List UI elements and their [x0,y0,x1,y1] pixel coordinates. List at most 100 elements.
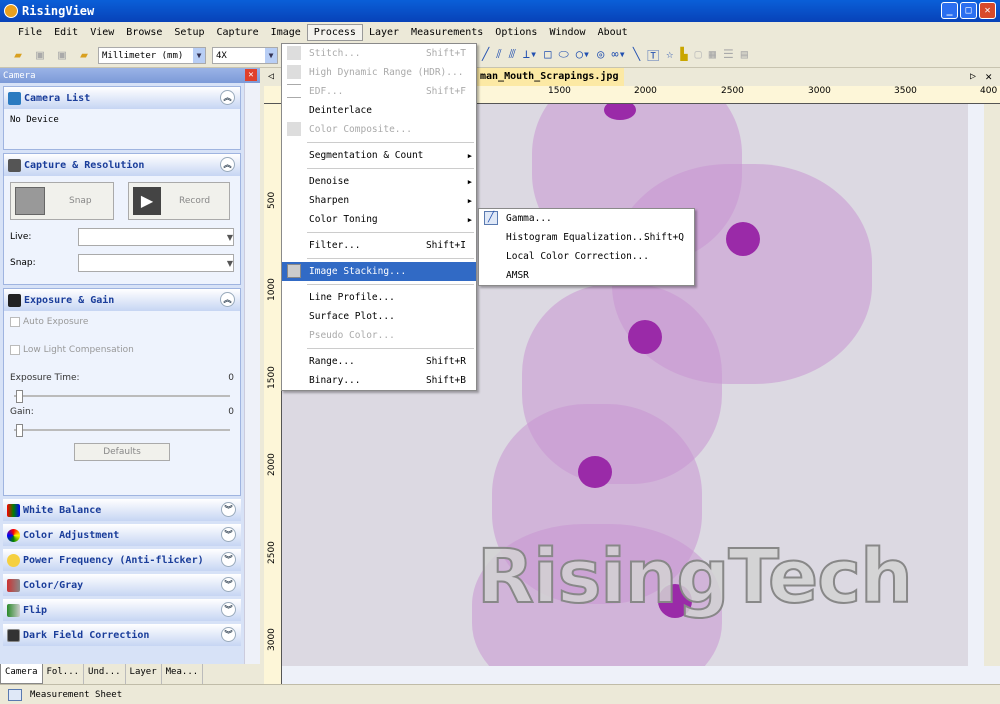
close-panel-icon[interactable]: ✕ [245,69,257,81]
document-tab[interactable]: man_Mouth_Scrapings.jpg [474,68,625,86]
calibration-icon[interactable]: ▙ [680,47,687,64]
unit-select[interactable]: Millimeter (mm) ▼ [98,47,206,64]
measurement-sheet-tab[interactable]: Measurement Sheet [30,690,122,700]
menu-window[interactable]: Window [543,25,591,40]
menu-item-filter[interactable]: Filter... Shift+I [282,236,476,255]
parallel-tool-icon[interactable]: ⫽ [496,47,501,64]
maximize-button[interactable]: □ [960,2,977,19]
tab-camera[interactable]: Camera [0,664,43,684]
scroll-right-icon[interactable]: ▷ [970,71,976,82]
stitch-icon[interactable]: ▦ [709,47,716,64]
section-header[interactable]: Capture & Resolution ︽ [4,154,240,176]
menu-item-binary[interactable]: Binary... Shift+B [282,371,476,390]
menu-item-edf[interactable]: EDF... Shift+F [282,82,476,101]
collapse-icon[interactable]: ︽ [220,292,235,307]
section-color-adjustment[interactable]: Color Adjustment ︾ [3,524,241,546]
expand-icon[interactable]: ︾ [221,552,236,567]
image-vertical-scrollbar[interactable] [968,104,984,666]
menu-item-sharpen[interactable]: Sharpen ▶ [282,191,476,210]
menu-view[interactable]: View [84,25,120,40]
arc-icon[interactable]: ╲ [633,47,640,64]
menu-options[interactable]: Options [489,25,543,40]
menu-browse[interactable]: Browse [120,25,168,40]
expand-icon[interactable]: ︾ [221,602,236,617]
circle-icon[interactable]: ○▾ [576,47,590,64]
expand-icon[interactable]: ︾ [221,577,236,592]
snap-resolution-select[interactable]: ▼ [78,254,234,272]
menu-file[interactable]: File [12,25,48,40]
dashed-parallel-icon[interactable]: ⫻ [509,47,516,64]
image-horizontal-scrollbar[interactable] [282,666,1000,684]
menu-item-color-composite[interactable]: Color Composite... [282,120,476,139]
menu-item-segmentation[interactable]: Segmentation & Count ▶ [282,146,476,165]
menu-item-local-color-correction[interactable]: Local Color Correction... [479,247,694,266]
tab-measurement[interactable]: Mea... [162,664,204,684]
gain-slider[interactable] [14,424,230,437]
composite-icon[interactable]: ▤ [741,47,748,64]
expand-icon[interactable]: ︾ [221,527,236,542]
open-icon[interactable]: ▰ [10,48,26,64]
low-light-checkbox[interactable] [10,345,20,355]
rectangle-icon[interactable]: □ [544,47,551,64]
section-power-frequency[interactable]: Power Frequency (Anti-flicker) ︾ [3,549,241,571]
ellipse-icon[interactable]: ⬭ [558,47,568,64]
section-flip[interactable]: Flip ︾ [3,599,241,621]
auto-exposure-checkbox[interactable] [10,317,20,327]
close-button[interactable]: ✕ [979,2,996,19]
live-resolution-select[interactable]: ▼ [78,228,234,246]
menu-layer[interactable]: Layer [363,25,405,40]
menu-item-denoise[interactable]: Denoise ▶ [282,172,476,191]
menu-item-image-stacking[interactable]: Image Stacking... [282,262,476,281]
section-header[interactable]: Exposure & Gain ︽ [4,289,240,311]
collapse-icon[interactable]: ︽ [220,90,235,105]
menu-item-line-profile[interactable]: Line Profile... [282,288,476,307]
collapse-icon[interactable]: ︽ [220,157,235,172]
menu-item-histogram-equalization[interactable]: Histogram Equalization... Shift+Q [479,228,694,247]
tab-layer[interactable]: Layer [126,664,162,684]
panel-scrollbar[interactable] [244,83,260,664]
menu-item-hdr[interactable]: High Dynamic Range (HDR)... [282,63,476,82]
menu-setup[interactable]: Setup [168,25,210,40]
menu-item-pseudo-color[interactable]: Pseudo Color... [282,326,476,345]
section-dark-field[interactable]: Dark Field Correction ︾ [3,624,241,646]
exposure-time-slider[interactable] [14,390,230,403]
link-circles-icon[interactable]: ∞▾ [611,47,625,64]
menu-edit[interactable]: Edit [48,25,84,40]
edf-icon[interactable]: ☰ [723,47,734,64]
record-button[interactable]: ▶ Record [128,182,230,220]
tab-folder[interactable]: Fol... [43,664,85,684]
menu-item-range[interactable]: Range... Shift+R [282,352,476,371]
minimize-button[interactable]: _ [941,2,958,19]
menu-item-amsr[interactable]: AMSR [479,266,694,285]
section-color-gray[interactable]: Color/Gray ︾ [3,574,241,596]
disabled-tool-icon[interactable]: ▢ [695,47,702,64]
line-tool-icon[interactable]: ╱ [482,47,489,64]
star-icon[interactable]: ☆ [666,47,673,64]
magnification-select[interactable]: 4X ▼ [212,47,278,64]
menu-process[interactable]: Process [306,24,363,41]
folder-icon[interactable]: ▰ [76,48,92,64]
expand-icon[interactable]: ︾ [221,627,236,642]
snap-button[interactable]: Snap [10,182,114,220]
section-white-balance[interactable]: White Balance ︾ [3,499,241,521]
menu-item-color-toning[interactable]: Color Toning ▶ [282,210,476,229]
menu-item-deinterlace[interactable]: Deinterlace [282,101,476,120]
text-tool-icon[interactable]: 🅃 [647,47,659,64]
menu-measurements[interactable]: Measurements [405,25,489,40]
defaults-button[interactable]: Defaults [74,443,170,461]
menu-item-surface-plot[interactable]: Surface Plot... [282,307,476,326]
expand-icon[interactable]: ︾ [221,502,236,517]
menu-capture[interactable]: Capture [211,25,265,40]
perpendicular-icon[interactable]: ⊥▾ [523,47,537,64]
scroll-left-icon[interactable]: ◁ [268,71,274,82]
save-all-icon[interactable]: ▣ [54,48,70,64]
close-document-icon[interactable]: ✕ [985,70,992,83]
tab-undo[interactable]: Und... [84,664,126,684]
menu-item-gamma[interactable]: ╱ Gamma... [479,209,694,228]
menu-about[interactable]: About [592,25,634,40]
save-icon[interactable]: ▣ [32,48,48,64]
section-header[interactable]: Camera List ︽ [4,87,240,109]
concentric-circle-icon[interactable]: ◎ [597,47,604,64]
menu-image[interactable]: Image [265,25,307,40]
menu-item-stitch[interactable]: Stitch... Shift+T [282,44,476,63]
